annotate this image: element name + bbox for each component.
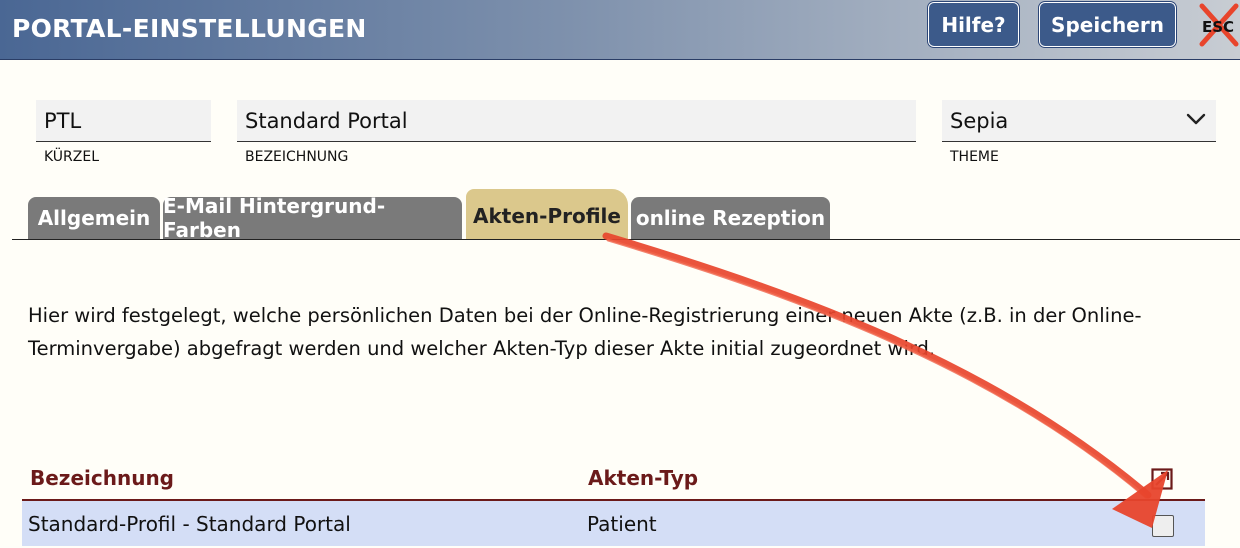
theme-select[interactable]: Sepia	[942, 100, 1216, 142]
bezeichnung-input[interactable]: Standard Portal	[237, 100, 916, 142]
row-bezeichnung: Standard-Profil - Standard Portal	[28, 512, 351, 536]
theme-label: THEME	[950, 149, 999, 165]
esc-close-button[interactable]: ESC	[1196, 2, 1240, 48]
bezeichnung-field-group: Standard Portal BEZEICHNUNG	[237, 100, 916, 165]
edit-external-icon[interactable]	[1151, 468, 1173, 490]
kuerzel-field-group: PTL KÜRZEL	[36, 100, 211, 165]
chevron-down-icon	[1186, 113, 1206, 125]
column-header-akten-typ: Akten-Typ	[588, 466, 699, 490]
theme-select-value: Sepia	[950, 109, 1009, 133]
column-header-bezeichnung: Bezeichnung	[30, 466, 174, 490]
tab-allgemein[interactable]: Allgemein	[28, 197, 160, 239]
help-button[interactable]: Hilfe?	[928, 2, 1019, 47]
theme-field-group: Sepia THEME	[942, 100, 1216, 165]
tab-email-hintergrund-farben[interactable]: E-Mail Hintergrund-Farben	[163, 194, 462, 242]
row-checkbox[interactable]	[1152, 515, 1174, 537]
tab-online-rezeption[interactable]: online Rezeption	[631, 197, 830, 239]
table-row[interactable]: Standard-Profil - Standard Portal Patien…	[22, 501, 1205, 546]
kuerzel-label: KÜRZEL	[44, 149, 100, 165]
row-akten-typ: Patient	[587, 512, 657, 536]
esc-label: ESC	[1202, 18, 1234, 36]
header-bar: PORTAL-EINSTELLUNGEN Hilfe? Speichern ES…	[0, 0, 1240, 60]
bezeichnung-label: BEZEICHNUNG	[245, 149, 349, 165]
page-title: PORTAL-EINSTELLUNGEN	[12, 14, 367, 43]
save-button[interactable]: Speichern	[1039, 2, 1176, 47]
esc-close-icon: ESC	[1199, 3, 1239, 47]
description-text: Hier wird festgelegt, welche persönliche…	[28, 304, 1142, 360]
kuerzel-input[interactable]: PTL	[36, 100, 211, 142]
tab-akten-profile[interactable]: Akten-Profile	[466, 189, 628, 239]
